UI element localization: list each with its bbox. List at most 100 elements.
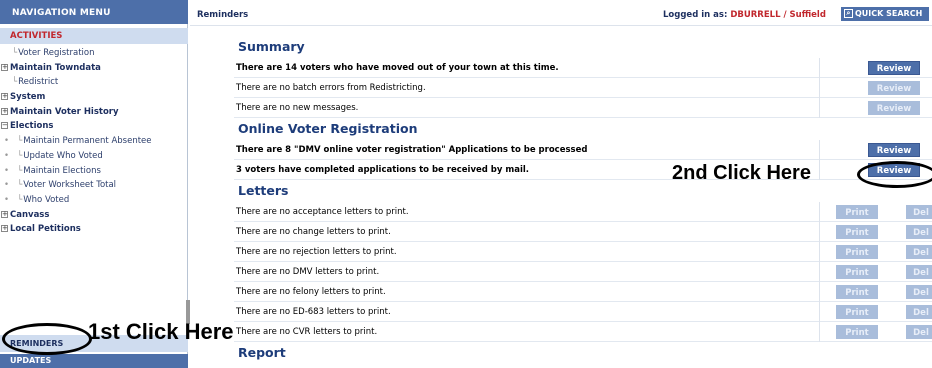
logged-in-label: Logged in as:: [663, 10, 728, 20]
summary-row-text: There are 14 voters who have moved out o…: [236, 63, 559, 73]
sidebar-item[interactable]: └Redistrict: [0, 75, 188, 90]
sidebar-item[interactable]: └Voter Registration: [0, 46, 188, 61]
first-click-circle-annotation: [2, 323, 92, 355]
row-divider: [819, 222, 820, 242]
summary-list: There are 14 voters who have moved out o…: [234, 58, 932, 118]
letters-row: There are no change letters to print. Pri…: [234, 222, 932, 242]
sidebar-item[interactable]: • └Maintain Elections: [0, 164, 188, 179]
expand-icon[interactable]: +: [1, 63, 8, 71]
logged-in-user: DBURRELL / Suffield: [730, 10, 826, 20]
summary-row: There are no batch errors from Redistric…: [234, 78, 932, 98]
row-divider: [819, 98, 820, 118]
navigation-sidebar: NAVIGATION MENU ACTIVITIES └Voter Regist…: [0, 0, 190, 368]
quick-search-button[interactable]: ⌕ QUICK SEARCH: [841, 7, 929, 21]
sidebar-item[interactable]: + Maintain Voter History: [0, 105, 188, 120]
delete-button: Del: [906, 245, 932, 259]
collapse-icon[interactable]: −: [1, 122, 8, 130]
row-divider: [819, 160, 820, 180]
letters-row: There are no acceptance letters to print…: [234, 202, 932, 222]
sidebar-item[interactable]: + System: [0, 90, 188, 105]
review-button[interactable]: Review: [868, 61, 920, 75]
sidebar-item-label: Who Voted: [23, 194, 70, 205]
tree-branch-icon: └: [12, 77, 18, 88]
row-divider: [819, 322, 820, 342]
expand-icon[interactable]: +: [1, 93, 8, 101]
letters-row-text: There are no CVR letters to print.: [236, 327, 378, 337]
sidebar-item[interactable]: • └Who Voted: [0, 193, 188, 208]
sidebar-item-label: Elections: [10, 121, 54, 132]
summary-title: Summary: [238, 39, 305, 54]
row-divider: [819, 282, 820, 302]
row-divider: [819, 262, 820, 282]
review-button[interactable]: Review: [868, 143, 920, 157]
review-button: Review: [868, 81, 920, 95]
ovr-row: There are 8 "DMV online voter registrati…: [234, 140, 932, 160]
row-divider: [819, 78, 820, 98]
row-divider: [819, 140, 820, 160]
navigation-tree: └Voter Registration + Maintain Towndata └Re…: [0, 46, 188, 237]
ovr-row: 3 voters have completed applications to …: [234, 160, 932, 180]
sidebar-item-label: Canvass: [10, 209, 50, 220]
letters-row: There are no rejection letters to print.…: [234, 242, 932, 262]
letters-row-text: There are no felony letters to print.: [236, 287, 386, 297]
updates-tab[interactable]: UPDATES: [0, 354, 188, 368]
letters-title: Letters: [238, 183, 289, 198]
tree-branch-icon: └: [12, 48, 18, 58]
ovr-row-text: 3 voters have completed applications to …: [236, 165, 530, 175]
letters-row: There are no DMV letters to print. Print D…: [234, 262, 932, 282]
delete-button: Del: [906, 325, 932, 339]
letters-row-text: There are no DMV letters to print.: [236, 267, 380, 277]
sidebar-item[interactable]: + Canvass: [0, 208, 188, 223]
letters-row-text: There are no change letters to print.: [236, 227, 391, 237]
print-button: Print: [836, 225, 878, 239]
sidebar-item-label: Update Who Voted: [23, 150, 103, 161]
sidebar-item[interactable]: − Elections: [0, 119, 188, 134]
first-click-annotation: 1st Click Here: [88, 319, 234, 344]
letters-row: There are no ED-683 letters to print. Pri…: [234, 302, 932, 322]
print-button: Print: [836, 325, 878, 339]
print-button: Print: [836, 205, 878, 219]
print-button: Print: [836, 245, 878, 259]
tree-branch-icon: • └: [4, 136, 23, 147]
sidebar-item-label: Maintain Towndata: [10, 62, 101, 73]
sidebar-item-label: Maintain Elections: [23, 165, 101, 176]
letters-list: There are no acceptance letters to print…: [234, 202, 932, 342]
sidebar-item[interactable]: + Local Petitions: [0, 222, 188, 237]
expand-icon[interactable]: +: [1, 210, 8, 218]
row-divider: [819, 242, 820, 262]
sidebar-item[interactable]: + Maintain Towndata: [0, 61, 188, 76]
summary-row: There are no new messages. Review: [234, 98, 932, 118]
expand-icon[interactable]: +: [1, 225, 8, 233]
delete-button: Del: [906, 225, 932, 239]
tree-branch-icon: • └: [4, 165, 23, 176]
navigation-menu-header: NAVIGATION MENU: [0, 0, 188, 24]
sidebar-item-label: Voter Registration: [18, 48, 95, 58]
letters-row-text: There are no acceptance letters to print…: [236, 207, 409, 217]
sidebar-item-label: Voter Worksheet Total: [23, 180, 117, 191]
summary-row: There are 14 voters who have moved out o…: [234, 58, 932, 78]
ovr-row-text: There are 8 "DMV online voter registrati…: [236, 145, 588, 155]
sidebar-item-label: Local Petitions: [10, 224, 81, 235]
letters-row: There are no CVR letters to print. Print D…: [234, 322, 932, 342]
delete-button: Del: [906, 265, 932, 279]
row-divider: [819, 58, 820, 78]
logged-in-info: Logged in as: DBURRELL / Suffield: [663, 10, 826, 20]
print-button: Print: [836, 265, 878, 279]
expand-icon[interactable]: +: [1, 107, 8, 115]
row-divider: [819, 302, 820, 322]
report-title: Report: [238, 345, 286, 360]
quick-search-label: QUICK SEARCH: [855, 9, 923, 18]
sidebar-item-label: Maintain Voter History: [10, 106, 119, 117]
delete-button: Del: [906, 285, 932, 299]
sidebar-item-label: Redistrict: [18, 77, 59, 88]
page-title: Reminders: [197, 10, 249, 20]
activities-header[interactable]: ACTIVITIES: [0, 28, 188, 44]
sidebar-item-label: Maintain Permanent Absentee: [23, 136, 152, 147]
letters-row: There are no felony letters to print. Pri…: [234, 282, 932, 302]
sidebar-item[interactable]: • └Maintain Permanent Absentee: [0, 134, 188, 149]
sidebar-item[interactable]: • └Voter Worksheet Total: [0, 178, 188, 193]
sidebar-item[interactable]: • └Update Who Voted: [0, 149, 188, 164]
reminders-main: Summary There are 14 voters who have mov…: [234, 36, 932, 364]
tree-branch-icon: • └: [4, 150, 23, 161]
summary-row-text: There are no new messages.: [236, 103, 359, 113]
